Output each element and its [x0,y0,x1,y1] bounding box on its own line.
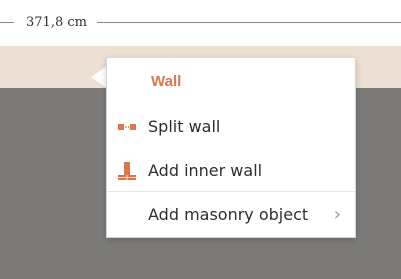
menu-title: Wall [151,73,182,90]
split-wall-button[interactable]: Split wall [107,108,355,146]
add-masonry-object-button[interactable]: Add masonry object › [107,196,355,234]
dimension-line-right [97,22,401,23]
inner-wall-icon [117,161,137,181]
chevron-right-icon: › [333,204,341,225]
split-wall-icon [117,117,137,137]
add-masonry-object-label: Add masonry object [148,205,309,224]
dimension-label: 371,8 cm [26,15,87,30]
split-wall-label: Split wall [148,117,221,136]
dimension-bar: 371,8 cm [0,0,401,46]
add-inner-wall-label: Add inner wall [148,161,263,180]
dimension-line-left [0,22,14,23]
wall-context-menu: Wall Split wall Add inner wall Add mason… [106,57,356,238]
add-inner-wall-button[interactable]: Add inner wall [107,152,355,190]
menu-divider [107,191,355,192]
menu-pointer [91,66,107,88]
